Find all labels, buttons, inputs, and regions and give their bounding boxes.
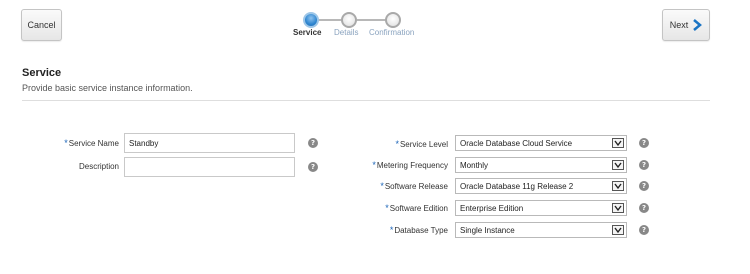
software-edition-select[interactable]: Enterprise Edition <box>455 200 627 216</box>
section-title: Service <box>22 67 62 79</box>
required-marker: * <box>389 225 394 235</box>
required-marker: * <box>385 203 389 213</box>
next-button[interactable]: Next <box>662 9 710 41</box>
description-label: Description <box>78 162 119 171</box>
train-label-details[interactable]: Details <box>334 28 358 37</box>
help-icon[interactable]: ? <box>639 138 649 148</box>
database-type-select[interactable]: Single Instance <box>455 222 627 238</box>
software-edition-label: *Software Edition <box>385 203 448 213</box>
train-stop-service[interactable] <box>303 12 319 28</box>
train-stop-confirmation[interactable] <box>385 12 401 28</box>
help-icon[interactable]: ? <box>308 162 318 172</box>
cancel-button-label: Cancel <box>27 20 56 30</box>
train-label-confirmation[interactable]: Confirmation <box>369 28 414 37</box>
required-marker: * <box>372 160 376 170</box>
chevron-down-icon[interactable] <box>612 181 624 191</box>
train-stop-details[interactable] <box>341 12 357 28</box>
service-name-value: Standby <box>129 138 159 148</box>
help-icon[interactable]: ? <box>639 181 649 191</box>
help-icon[interactable]: ? <box>639 225 649 235</box>
metering-frequency-value: Monthly <box>460 160 489 170</box>
metering-frequency-label: *Metering Frequency <box>372 160 448 170</box>
database-type-value: Single Instance <box>460 225 515 235</box>
service-name-input[interactable]: Standby <box>124 133 295 153</box>
service-level-select[interactable]: Oracle Database Cloud Service <box>455 135 627 151</box>
chevron-down-icon[interactable] <box>612 225 624 235</box>
service-name-label: *Service Name <box>64 138 119 148</box>
help-icon[interactable]: ? <box>639 160 649 170</box>
software-release-label: *Software Release <box>380 181 448 191</box>
service-level-value: Oracle Database Cloud Service <box>460 138 573 148</box>
software-release-value: Oracle Database 11g Release 2 <box>460 181 574 191</box>
cancel-button[interactable]: Cancel <box>21 9 62 41</box>
chevron-down-icon[interactable] <box>612 203 624 213</box>
description-input[interactable] <box>124 157 295 177</box>
service-level-label: *Service Level <box>395 139 448 149</box>
next-button-label: Next <box>669 20 689 30</box>
help-icon[interactable]: ? <box>308 138 318 148</box>
chevron-down-icon[interactable] <box>612 160 624 170</box>
software-edition-value: Enterprise Edition <box>460 203 524 213</box>
software-release-select[interactable]: Oracle Database 11g Release 2 <box>455 178 627 194</box>
chevron-down-icon[interactable] <box>612 138 624 148</box>
help-icon[interactable]: ? <box>639 203 649 213</box>
required-marker: * <box>64 138 68 148</box>
chevron-right-icon <box>692 19 703 31</box>
required-marker: * <box>395 139 399 149</box>
train-label-service[interactable]: Service <box>293 28 321 37</box>
section-divider <box>22 100 710 101</box>
train-connector <box>357 19 387 21</box>
section-subtitle: Provide basic service instance informati… <box>22 83 193 93</box>
database-type-label: *Database Type <box>389 225 448 235</box>
progress-train: Service Details Confirmation <box>290 10 420 40</box>
required-marker: * <box>380 181 384 191</box>
metering-frequency-select[interactable]: Monthly <box>455 157 627 173</box>
